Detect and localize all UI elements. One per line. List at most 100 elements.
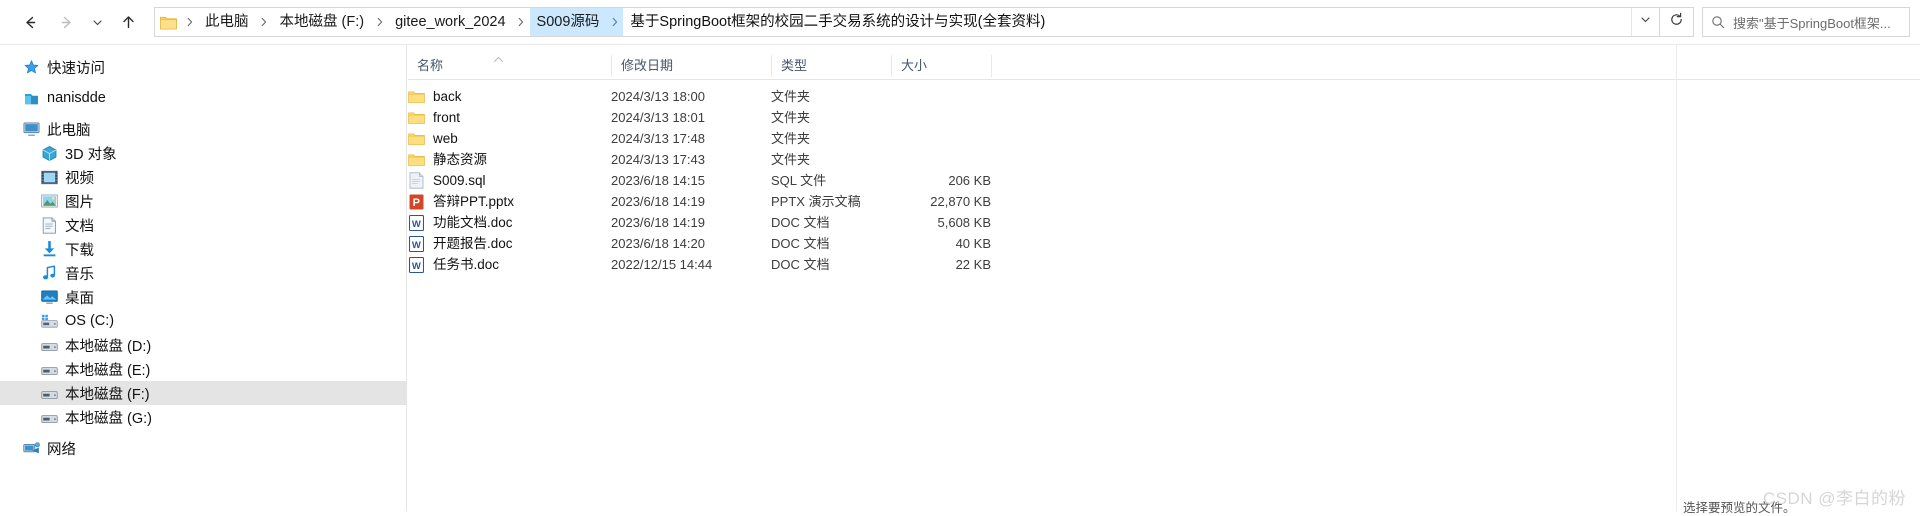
address-bar[interactable]: 此电脑 本地磁盘 (F:) gitee_work_2024 S009源码 基于S… <box>154 7 1660 37</box>
sort-ascending-icon <box>493 55 504 65</box>
column-header-name[interactable]: 名称 <box>408 55 443 77</box>
table-row[interactable]: web 2024/3/13 17:48 文件夹 <box>408 128 1920 149</box>
file-name-label: 功能文档.doc <box>433 215 513 230</box>
column-header-divider-end[interactable] <box>991 55 992 77</box>
drive-icon <box>40 408 58 426</box>
file-name-cell[interactable]: W 功能文档.doc <box>408 212 513 233</box>
sidebar-item-1[interactable]: nanisdde <box>0 86 406 110</box>
table-row[interactable]: front 2024/3/13 18:01 文件夹 <box>408 107 1920 128</box>
file-size-cell <box>851 149 991 170</box>
breadcrumb-separator[interactable] <box>371 8 388 36</box>
file-name-cell[interactable]: P 答辩PPT.pptx <box>408 191 514 212</box>
table-row[interactable]: 静态资源 2024/3/13 17:43 文件夹 <box>408 149 1920 170</box>
sidebar-item-4[interactable]: 视频 <box>0 165 406 189</box>
sidebar-item-label: 桌面 <box>65 290 94 307</box>
sidebar-item-2[interactable]: 此电脑 <box>0 117 406 141</box>
file-list-pane[interactable]: 名称 修改日期 类型 大小 back 2024/3/13 18:00 文件夹 fron… <box>408 45 1920 511</box>
svg-text:W: W <box>412 219 421 230</box>
sidebar-item-10[interactable]: OS (C:) <box>0 309 406 333</box>
breadcrumb-item-0[interactable]: 此电脑 <box>198 8 256 36</box>
sidebar-item-label: 视频 <box>65 170 94 187</box>
file-name-cell[interactable]: web <box>408 128 458 149</box>
preview-pane-divider[interactable] <box>1676 45 1677 511</box>
file-date-cell: 2024/3/13 17:43 <box>611 152 705 167</box>
sidebar-item-8[interactable]: 音乐 <box>0 261 406 285</box>
address-dropdown-button[interactable] <box>1631 8 1659 36</box>
breadcrumb-folder-icon[interactable] <box>155 8 181 36</box>
file-type-cell: 文件夹 <box>771 152 811 167</box>
file-date-cell: 2023/6/18 14:19 <box>611 194 705 209</box>
sidebar-item-5[interactable]: 图片 <box>0 189 406 213</box>
breadcrumb-item-4[interactable]: 基于SpringBoot框架的校园二手交易系统的设计与实现(全套资料) <box>623 8 1052 36</box>
file-name-label: front <box>433 110 461 125</box>
search-input[interactable]: 搜索"基于SpringBoot框架... <box>1733 13 1891 32</box>
file-size-cell: 206 KB <box>948 173 991 188</box>
breadcrumb-separator[interactable] <box>181 8 198 36</box>
file-name-label: 静态资源 <box>433 152 487 167</box>
sidebar-item-7[interactable]: 下载 <box>0 237 406 261</box>
sidebar-item-0[interactable]: 快速访问 <box>0 55 406 79</box>
forward-button <box>48 4 84 40</box>
music-icon <box>40 264 58 282</box>
svg-text:W: W <box>412 261 421 272</box>
table-row[interactable]: W 任务书.doc 2022/12/15 14:44 DOC 文档 22 KB <box>408 254 1920 275</box>
navigation-pane[interactable]: 快速访问 nanisdde 此电脑 3D 对象 视频 图片 文档 下载 音乐 桌面 OS (C:) 本… <box>0 45 407 511</box>
back-button[interactable] <box>12 4 48 40</box>
file-size-cell <box>851 86 991 107</box>
table-row[interactable]: S009.sql 2023/6/18 14:15 SQL 文件 206 KB <box>408 170 1920 191</box>
sidebar-item-label: 网络 <box>47 441 76 458</box>
sidebar-item-label: nanisdde <box>47 90 106 106</box>
onedrive-icon <box>22 89 40 107</box>
table-row[interactable]: W 开题报告.doc 2023/6/18 14:20 DOC 文档 40 KB <box>408 233 1920 254</box>
file-name-label: S009.sql <box>433 173 486 188</box>
file-name-label: back <box>433 89 462 104</box>
up-one-level-button[interactable] <box>110 4 146 40</box>
breadcrumb-item-1[interactable]: 本地磁盘 (F:) <box>273 8 372 36</box>
file-type-cell: DOC 文档 <box>771 236 830 251</box>
file-name-label: 任务书.doc <box>433 257 500 272</box>
table-row[interactable]: back 2024/3/13 18:00 文件夹 <box>408 86 1920 107</box>
sidebar-item-15[interactable]: 网络 <box>0 436 406 460</box>
table-row[interactable]: P 答辩PPT.pptx 2023/6/18 14:19 PPTX 演示文稿 22,87… <box>408 191 1920 212</box>
breadcrumb-separator[interactable] <box>606 8 624 36</box>
sidebar-item-13[interactable]: 本地磁盘 (F:) <box>0 381 406 405</box>
file-name-cell[interactable]: front <box>408 107 460 128</box>
table-row[interactable]: W 功能文档.doc 2023/6/18 14:19 DOC 文档 5,608 KB <box>408 212 1920 233</box>
breadcrumb-separator[interactable] <box>256 8 273 36</box>
powerpoint-icon: P <box>408 193 425 210</box>
file-name-cell[interactable]: S009.sql <box>408 170 486 191</box>
column-header-type[interactable]: 类型 <box>771 55 807 77</box>
file-name-cell[interactable]: W 开题报告.doc <box>408 233 513 254</box>
star-pin-icon <box>22 58 40 76</box>
search-box[interactable]: 搜索"基于SpringBoot框架... <box>1702 7 1910 37</box>
3d-objects-icon <box>40 144 58 162</box>
recent-locations-button[interactable] <box>84 4 110 40</box>
column-header-size[interactable]: 大小 <box>891 55 927 77</box>
file-type-cell: PPTX 演示文稿 <box>771 194 861 209</box>
sidebar-item-6[interactable]: 文档 <box>0 213 406 237</box>
svg-text:W: W <box>412 240 421 251</box>
sidebar-item-9[interactable]: 桌面 <box>0 285 406 309</box>
refresh-button[interactable] <box>1660 7 1694 37</box>
downloads-icon <box>40 240 58 258</box>
network-icon <box>22 439 40 457</box>
system-drive-icon <box>40 312 58 330</box>
column-header-date-modified[interactable]: 修改日期 <box>611 55 673 77</box>
file-name-cell[interactable]: W 任务书.doc <box>408 254 499 275</box>
file-name-cell[interactable]: 静态资源 <box>408 149 487 170</box>
svg-text:P: P <box>413 197 420 209</box>
watermark: CSDN @李白的粉 <box>1762 489 1906 508</box>
sidebar-item-12[interactable]: 本地磁盘 (E:) <box>0 357 406 381</box>
sidebar-item-label: 本地磁盘 (G:) <box>65 410 152 427</box>
sidebar-item-14[interactable]: 本地磁盘 (G:) <box>0 405 406 429</box>
sidebar-item-11[interactable]: 本地磁盘 (D:) <box>0 333 406 357</box>
breadcrumb-separator[interactable] <box>513 8 530 36</box>
file-name-cell[interactable]: back <box>408 86 462 107</box>
sidebar-item-label: 3D 对象 <box>65 146 117 163</box>
file-date-cell: 2024/3/13 18:00 <box>611 89 705 104</box>
sidebar-item-3[interactable]: 3D 对象 <box>0 141 406 165</box>
breadcrumb-item-3[interactable]: S009源码 <box>529 8 607 36</box>
breadcrumb-item-2[interactable]: gitee_work_2024 <box>388 8 512 36</box>
